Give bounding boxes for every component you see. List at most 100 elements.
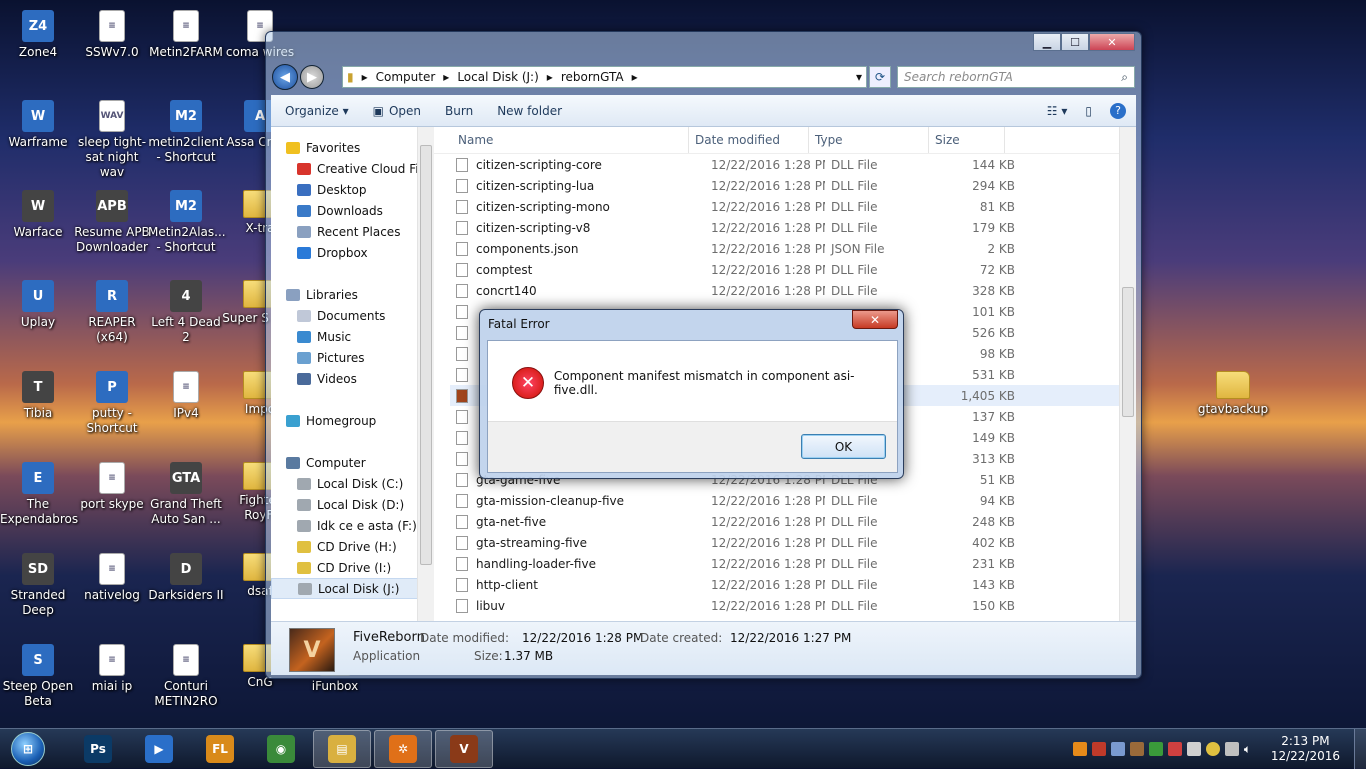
- desktop-icon-warface[interactable]: W Warface: [0, 190, 76, 240]
- taskbar-chrome[interactable]: ◉: [252, 730, 310, 768]
- desktop-icon-miai-ip[interactable]: ≡ miai ip: [74, 644, 150, 694]
- file-row[interactable]: citizen-scripting-v8 12/22/2016 1:28 PM DL…: [450, 217, 1136, 238]
- nav-item-creative-cloud-files[interactable]: Creative Cloud Files: [271, 158, 433, 179]
- desktop-icon-ipv4[interactable]: ≡ IPv4: [148, 371, 224, 421]
- nav-homegroup[interactable]: Homegroup: [271, 410, 433, 431]
- nav-computer[interactable]: Computer: [271, 452, 433, 473]
- file-row[interactable]: citizen-scripting-mono 12/22/2016 1:28 PM…: [450, 196, 1136, 217]
- nav-item-idk-ce-e-asta-f[interactable]: Idk ce e asta (F:): [271, 515, 433, 536]
- tray-app-icon[interactable]: [1148, 741, 1163, 756]
- desktop-icon-resume-apb-downloader[interactable]: APB Resume APB Downloader: [74, 190, 150, 255]
- desktop-icon-metin2alas-shortcut[interactable]: M2 Metin2Alas... - Shortcut: [148, 190, 226, 255]
- address-bar[interactable]: ▮ ▸ Computer ▸ Local Disk (J:) ▸ rebornG…: [342, 66, 867, 88]
- desktop-icon-gtavbackup[interactable]: gtavbackup: [1195, 371, 1271, 417]
- nav-item-local-disk-c[interactable]: Local Disk (C:): [271, 473, 433, 494]
- nav-item-cd-drive-i[interactable]: CD Drive (I:): [271, 557, 433, 578]
- taskbar-fivereborn[interactable]: V: [435, 729, 493, 768]
- desktop-icon-conturi-metin2ro[interactable]: ≡ Conturi METIN2RO: [148, 644, 224, 709]
- nav-libraries[interactable]: Libraries: [271, 284, 433, 305]
- file-row[interactable]: concrt140 12/22/2016 1:28 PM DLL File 328 K…: [450, 280, 1136, 301]
- tray-app-icon[interactable]: [1110, 741, 1125, 756]
- desktop-icon-the-expendabros[interactable]: E The Expendabros: [0, 462, 78, 527]
- preview-pane-icon[interactable]: ▯: [1085, 104, 1092, 118]
- tray-app-icon[interactable]: [1167, 741, 1182, 756]
- desktop-icon-warframe[interactable]: W Warframe: [0, 100, 76, 150]
- open-button[interactable]: ▣ Open: [373, 104, 421, 118]
- nav-item-documents[interactable]: Documents: [271, 305, 433, 326]
- search-input[interactable]: Search rebornGTA ⌕: [897, 66, 1135, 88]
- nav-scrollbar[interactable]: [417, 127, 434, 621]
- column-date-modified[interactable]: Date modified: [689, 127, 809, 153]
- nav-item-desktop[interactable]: Desktop: [271, 179, 433, 200]
- file-row[interactable]: libuv 12/22/2016 1:28 PM DLL File 150 KB: [450, 595, 1136, 616]
- maximize-button[interactable]: ☐: [1061, 33, 1089, 51]
- nav-item-downloads[interactable]: Downloads: [271, 200, 433, 221]
- network-icon[interactable]: [1186, 741, 1201, 756]
- nav-item-local-disk-j[interactable]: Local Disk (J:): [271, 578, 433, 599]
- desktop-icon-steep-open-beta[interactable]: S Steep Open Beta: [0, 644, 76, 709]
- breadcrumb-computer[interactable]: Computer: [376, 70, 436, 84]
- desktop-icon-sleep-tight-sat-night-wav[interactable]: WAV sleep tight- sat night wav: [74, 100, 150, 180]
- file-row[interactable]: components.json 12/22/2016 1:28 PM JSON Fi…: [450, 238, 1136, 259]
- new-folder-button[interactable]: New folder: [497, 104, 562, 118]
- forward-button[interactable]: ▶: [300, 65, 324, 89]
- file-scrollbar[interactable]: [1119, 127, 1136, 621]
- desktop-icon-zone4[interactable]: Z4 Zone4: [0, 10, 76, 60]
- back-button[interactable]: ◀: [272, 64, 298, 90]
- address-dropdown-icon[interactable]: ▾: [856, 70, 862, 84]
- nav-item-dropbox[interactable]: Dropbox: [271, 242, 433, 263]
- file-row[interactable]: http-client 12/22/2016 1:28 PM DLL File 143…: [450, 574, 1136, 595]
- file-row[interactable]: gta-streaming-five 12/22/2016 1:28 PM DLL …: [450, 532, 1136, 553]
- taskbar-fl-studio[interactable]: FL: [191, 730, 249, 768]
- desktop-icon-metin2client-shortcut[interactable]: M2 metin2client - Shortcut: [148, 100, 224, 165]
- desktop-icon-metin2farm[interactable]: ≡ Metin2FARM: [148, 10, 224, 60]
- breadcrumb-local-disk-j[interactable]: Local Disk (J:): [457, 70, 538, 84]
- desktop-icon-left-4-dead-2[interactable]: 4 Left 4 Dead 2: [148, 280, 224, 345]
- desktop-icon-nativelog[interactable]: ≡ nativelog: [74, 553, 150, 603]
- tray-app-icon[interactable]: [1072, 741, 1087, 756]
- show-desktop-button[interactable]: [1354, 728, 1366, 769]
- breadcrumb-reborngta[interactable]: rebornGTA: [561, 70, 624, 84]
- tray-app-icon[interactable]: [1205, 741, 1220, 756]
- nav-item-pictures[interactable]: Pictures: [271, 347, 433, 368]
- taskbar-media-player[interactable]: ▶: [130, 730, 188, 768]
- nav-scroll-thumb[interactable]: [420, 145, 432, 565]
- nav-item-videos[interactable]: Videos: [271, 368, 433, 389]
- nav-item-recent-places[interactable]: Recent Places: [271, 221, 433, 242]
- desktop-icon-reaper-x64[interactable]: R REAPER (x64): [74, 280, 150, 345]
- refresh-button[interactable]: ⟳: [869, 66, 891, 88]
- column-name[interactable]: Name: [434, 127, 689, 153]
- taskbar-explorer[interactable]: ▤: [313, 729, 371, 768]
- column-size[interactable]: Size: [929, 127, 1005, 153]
- file-scroll-thumb[interactable]: [1122, 287, 1134, 417]
- file-row[interactable]: comptest 12/22/2016 1:28 PM DLL File 72 KB: [450, 259, 1136, 280]
- volume-icon[interactable]: 🔈︎: [1244, 742, 1258, 756]
- desktop-icon-grand-theft-auto-san[interactable]: GTA Grand Theft Auto San ...: [148, 462, 224, 527]
- desktop-icon-sswv7-0[interactable]: ≡ SSWv7.0: [74, 10, 150, 60]
- tray-app-icon[interactable]: [1091, 741, 1106, 756]
- help-icon[interactable]: ?: [1110, 102, 1126, 119]
- nav-item-cd-drive-h[interactable]: CD Drive (H:): [271, 536, 433, 557]
- desktop-icon-uplay[interactable]: U Uplay: [0, 280, 76, 330]
- clock[interactable]: 2:13 PM 12/22/2016: [1271, 734, 1340, 764]
- start-button[interactable]: ⊞: [4, 730, 52, 768]
- view-options-icon[interactable]: ☷ ▾: [1047, 104, 1068, 118]
- organize-button[interactable]: Organize ▾: [285, 104, 349, 118]
- nav-item-music[interactable]: Music: [271, 326, 433, 347]
- column-type[interactable]: Type: [809, 127, 929, 153]
- nav-item-local-disk-d[interactable]: Local Disk (D:): [271, 494, 433, 515]
- desktop-icon-darksiders-ii[interactable]: D Darksiders II: [148, 553, 224, 603]
- desktop-icon-tibia[interactable]: T Tibia: [0, 371, 76, 421]
- action-center-icon[interactable]: [1224, 741, 1239, 756]
- desktop-icon-stranded-deep[interactable]: SD Stranded Deep: [0, 553, 76, 618]
- minimize-button[interactable]: ▁: [1033, 33, 1061, 51]
- tray-app-icon[interactable]: [1129, 741, 1144, 756]
- file-row[interactable]: citizen-scripting-lua 12/22/2016 1:28 PM D…: [450, 175, 1136, 196]
- ok-button[interactable]: OK: [801, 434, 886, 459]
- taskbar-origin[interactable]: ✲: [374, 729, 432, 768]
- taskbar-photoshop[interactable]: Ps: [69, 730, 127, 768]
- burn-button[interactable]: Burn: [445, 104, 473, 118]
- file-row[interactable]: citizen-scripting-core 12/22/2016 1:28 PM…: [450, 154, 1136, 175]
- nav-favorites[interactable]: Favorites: [271, 137, 433, 158]
- file-row[interactable]: handling-loader-five 12/22/2016 1:28 PM DL…: [450, 553, 1136, 574]
